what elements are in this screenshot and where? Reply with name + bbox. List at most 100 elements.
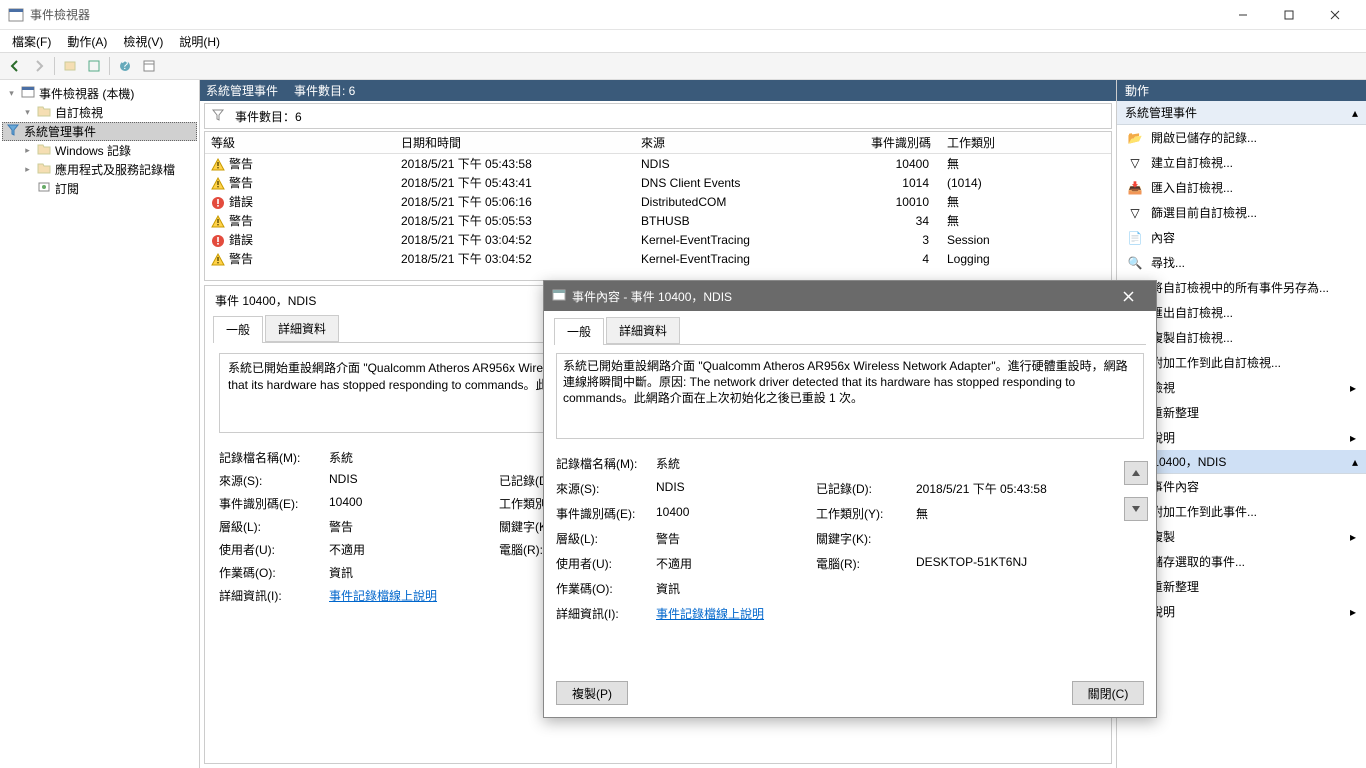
menu-help[interactable]: 說明(H) (171, 31, 228, 52)
filter-bar: 事件數目：6 (204, 103, 1112, 129)
dlg-label-logged: 已記錄(D): (816, 480, 916, 497)
window-close-button[interactable] (1312, 0, 1358, 30)
col-source[interactable]: 來源 (635, 132, 865, 153)
link-moreinfo[interactable]: 事件記錄檔線上說明 (329, 589, 437, 603)
dlg-label-source: 來源(S): (556, 480, 656, 497)
navigation-tree: ▾ 事件檢視器 (本機) ▾ 自訂檢視 系統管理事件 ▸ Windows 記錄 … (0, 80, 200, 768)
tab-details[interactable]: 詳細資料 (265, 315, 339, 342)
tab-general[interactable]: 一般 (213, 316, 263, 343)
dialog-tab-details[interactable]: 詳細資料 (606, 317, 680, 344)
label-eventid: 事件識別碼(E): (219, 495, 329, 512)
event-row[interactable]: 警告2018/5/21 下午 05:05:53BTHUSB34無 (205, 211, 1111, 230)
window-title: 事件檢視器 (30, 6, 1220, 23)
menu-action[interactable]: 動作(A) (59, 31, 115, 52)
tree-windows-logs[interactable]: ▸ Windows 記錄 (2, 141, 197, 160)
action-icon: ▽ (1127, 205, 1143, 221)
label-user: 使用者(U): (219, 541, 329, 558)
action-item[interactable]: ▽建立自訂檢視... (1117, 150, 1366, 175)
col-level[interactable]: 等級 (205, 132, 395, 153)
event-viewer-icon (21, 85, 35, 102)
dlg-label-taskcat: 工作類別(Y): (816, 505, 916, 522)
dlg-value-logged: 2018/5/21 下午 05:43:58 (916, 480, 1114, 497)
dlg-label-moreinfo: 詳細資訊(I): (556, 605, 656, 622)
action-icon: 📄 (1127, 230, 1143, 246)
menubar: 檔案(F) 動作(A) 檢視(V) 說明(H) (0, 30, 1366, 52)
label-source: 來源(S): (219, 472, 329, 489)
warning-icon (211, 253, 225, 267)
dialog-close-button[interactable] (1108, 281, 1148, 311)
dialog-next-button[interactable] (1124, 497, 1148, 521)
tree-app-service-logs[interactable]: ▸ 應用程式及服務記錄檔 (2, 160, 197, 179)
action-item[interactable]: 📄內容 (1117, 225, 1366, 250)
nav-forward-button[interactable] (28, 55, 50, 77)
svg-text:?: ? (122, 59, 129, 72)
dialog-title: 事件內容 - 事件 10400，NDIS (572, 288, 1108, 305)
action-icon: 📂 (1127, 130, 1143, 146)
dlg-label-eventid: 事件識別碼(E): (556, 505, 656, 522)
dlg-link-moreinfo[interactable]: 事件記錄檔線上說明 (656, 607, 764, 621)
event-row[interactable]: 警告2018/5/21 下午 03:04:52Kernel-EventTraci… (205, 249, 1111, 268)
dlg-label-computer: 電腦(R): (816, 555, 916, 572)
col-task-category[interactable]: 工作類別 (935, 132, 1075, 153)
collapse-icon[interactable]: ▴ (1352, 455, 1358, 469)
action-icon: 📥 (1127, 180, 1143, 196)
filter-count: 事件數目：6 (235, 108, 302, 125)
error-icon (211, 196, 225, 210)
action-item[interactable]: 📥匯入自訂檢視... (1117, 175, 1366, 200)
col-event-id[interactable]: 事件識別碼 (865, 132, 935, 153)
subscription-icon (37, 180, 51, 197)
event-row[interactable]: 警告2018/5/21 下午 05:43:58NDIS10400無 (205, 154, 1111, 173)
dlg-label-logname: 記錄檔名稱(M): (556, 455, 656, 472)
dlg-label-level: 層級(L): (556, 530, 656, 547)
folder-icon (37, 104, 51, 121)
chevron-right-icon: ▸ (1350, 431, 1356, 445)
filter-icon (6, 123, 20, 140)
dlg-value-source: NDIS (656, 480, 816, 497)
action-item[interactable]: 🔍尋找... (1117, 250, 1366, 275)
tree-admin-events[interactable]: 系統管理事件 (2, 122, 197, 141)
event-grid: 等級 日期和時間 來源 事件識別碼 工作類別 警告2018/5/21 下午 05… (204, 131, 1112, 281)
menu-view[interactable]: 檢視(V) (115, 31, 171, 52)
filter-icon[interactable] (211, 108, 225, 125)
tree-root[interactable]: ▾ 事件檢視器 (本機) (2, 84, 197, 103)
warning-icon (211, 177, 225, 191)
label-level: 層級(L): (219, 518, 329, 535)
event-row[interactable]: 錯誤2018/5/21 下午 05:06:16DistributedCOM100… (205, 192, 1111, 211)
tree-subscriptions[interactable]: 訂閱 (2, 179, 197, 198)
dlg-label-user: 使用者(U): (556, 555, 656, 572)
dialog-copy-button[interactable]: 複製(P) (556, 681, 628, 705)
action-item[interactable]: 📂開啟已儲存的記錄... (1117, 125, 1366, 150)
dlg-value-user: 不適用 (656, 555, 816, 572)
event-row[interactable]: 錯誤2018/5/21 下午 03:04:52Kernel-EventTraci… (205, 230, 1111, 249)
label-logname: 記錄檔名稱(M): (219, 449, 329, 466)
dialog-close-button-bottom[interactable]: 關閉(C) (1072, 681, 1144, 705)
toolbar-refresh-button[interactable] (83, 55, 105, 77)
value-logname: 系統 (329, 449, 499, 466)
dialog-tab-general[interactable]: 一般 (554, 318, 604, 345)
toolbar-view-button[interactable] (138, 55, 160, 77)
dlg-value-keywords (916, 530, 1114, 547)
action-item[interactable]: ▽篩選目前自訂檢視... (1117, 200, 1366, 225)
events-header: 系統管理事件 事件數目: 6 (200, 80, 1116, 101)
event-row[interactable]: 警告2018/5/21 下午 05:43:41DNS Client Events… (205, 173, 1111, 192)
dialog-prev-button[interactable] (1124, 461, 1148, 485)
dlg-label-opcode: 作業碼(O): (556, 580, 656, 597)
col-date[interactable]: 日期和時間 (395, 132, 635, 153)
nav-back-button[interactable] (4, 55, 26, 77)
dlg-value-computer: DESKTOP-51KT6NJ (916, 555, 1114, 572)
value-opcode: 資訊 (329, 564, 499, 581)
tree-custom-views[interactable]: ▾ 自訂檢視 (2, 103, 197, 122)
value-eventid: 10400 (329, 495, 499, 512)
toolbar-help-button[interactable]: ? (114, 55, 136, 77)
chevron-right-icon: ▸ (1350, 381, 1356, 395)
menu-file[interactable]: 檔案(F) (4, 31, 59, 52)
window-minimize-button[interactable] (1220, 0, 1266, 30)
collapse-icon[interactable]: ▴ (1352, 106, 1358, 120)
dlg-value-eventid: 10400 (656, 505, 816, 522)
event-grid-header: 等級 日期和時間 來源 事件識別碼 工作類別 (205, 132, 1111, 154)
app-icon (8, 7, 24, 23)
events-header-title: 系統管理事件 (206, 82, 278, 99)
toolbar-properties-button[interactable] (59, 55, 81, 77)
action-icon: 🔍 (1127, 255, 1143, 271)
window-maximize-button[interactable] (1266, 0, 1312, 30)
